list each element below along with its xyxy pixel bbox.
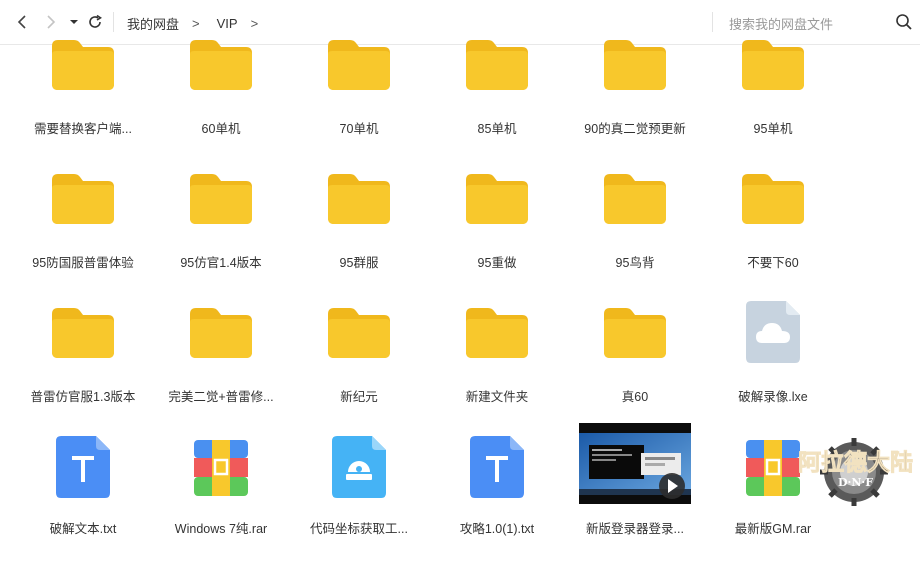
watermark-title: 阿拉德大陆: [798, 449, 913, 476]
archive-file-icon: [152, 440, 290, 496]
file-name: 真60: [621, 390, 649, 404]
folder-icon: [428, 40, 566, 90]
folder-icon: [566, 174, 704, 224]
file-name: 破解文本.txt: [49, 522, 117, 536]
folder-icon: [566, 308, 704, 358]
file-name: 新纪元: [340, 390, 378, 404]
file-item[interactable]: 70单机: [290, 40, 428, 174]
file-name: 95仿官1.4版本: [180, 256, 262, 270]
watermark-sub: D·N·F: [838, 476, 873, 489]
file-item[interactable]: 新建文件夹: [428, 308, 566, 442]
file-item[interactable]: 破解录像.lxe: [704, 301, 842, 442]
file-item[interactable]: 95鸟背: [566, 174, 704, 308]
file-name: 60单机: [201, 122, 241, 136]
file-item[interactable]: 不要下60: [704, 174, 842, 308]
folder-icon: [290, 174, 428, 224]
file-item[interactable]: 95群服: [290, 174, 428, 308]
file-item[interactable]: 85单机: [428, 40, 566, 174]
file-name: 需要替换客户端...: [34, 122, 132, 136]
video-thumbnail[interactable]: [579, 423, 691, 504]
text-file-icon: [14, 436, 152, 498]
file-grid: 需要替换客户端... 60单机 70单机 85单机 90的真二觉预更新 95单机 95防国服…: [0, 0, 920, 536]
folder-icon: [290, 40, 428, 90]
folder-icon: [14, 308, 152, 358]
file-name: 最新版GM.rar: [734, 522, 812, 536]
file-item[interactable]: 95防国服普雷体验: [14, 174, 152, 308]
folder-icon: [704, 40, 842, 90]
folder-icon: [428, 308, 566, 358]
file-name: 95重做: [477, 256, 517, 270]
file-item[interactable]: 60单机: [152, 40, 290, 174]
file-item[interactable]: 新纪元: [290, 308, 428, 442]
text-file-icon: [428, 436, 566, 498]
file-name: 85单机: [477, 122, 517, 136]
folder-icon: [14, 174, 152, 224]
file-name: 普雷仿官服1.3版本: [30, 390, 136, 404]
file-name: 90的真二觉预更新: [584, 122, 686, 136]
folder-icon: [14, 40, 152, 90]
cloud-file-icon: [704, 301, 842, 363]
folder-icon: [152, 308, 290, 358]
watermark-logo: 阿拉德大陆 D·N·F: [796, 430, 916, 510]
folder-icon: [152, 174, 290, 224]
folder-icon: [704, 174, 842, 224]
folder-icon: [428, 174, 566, 224]
file-item[interactable]: 攻略1.0(1).txt: [428, 432, 566, 566]
file-name: 95群服: [339, 256, 379, 270]
file-item[interactable]: 90的真二觉预更新: [566, 40, 704, 174]
file-item[interactable]: 真60: [566, 308, 704, 442]
folder-icon: [566, 40, 704, 90]
file-name: Windows 7纯.rar: [174, 522, 268, 536]
file-name: 不要下60: [747, 256, 799, 270]
file-item[interactable]: 普雷仿官服1.3版本: [14, 308, 152, 442]
file-name: 攻略1.0(1).txt: [459, 522, 535, 536]
folder-icon: [152, 40, 290, 90]
file-name: 代码坐标获取工...: [310, 522, 408, 536]
file-name: 70单机: [339, 122, 379, 136]
file-item[interactable]: 需要替换客户端...: [14, 40, 152, 174]
file-item[interactable]: 95重做: [428, 174, 566, 308]
file-name: 95防国服普雷体验: [32, 256, 134, 270]
file-item[interactable]: 95单机: [704, 40, 842, 174]
folder-icon: [290, 308, 428, 358]
file-name: 95单机: [753, 122, 793, 136]
file-name: 破解录像.lxe: [738, 390, 808, 404]
file-name: 新建文件夹: [465, 390, 529, 404]
file-name: 新版登录器登录...: [586, 522, 684, 536]
file-item[interactable]: 95仿官1.4版本: [152, 174, 290, 308]
file-item[interactable]: 代码坐标获取工...: [290, 432, 428, 566]
file-item[interactable]: Windows 7纯.rar: [152, 432, 290, 566]
file-name: 95鸟背: [615, 256, 655, 270]
file-name: 完美二觉+普雷修...: [168, 390, 274, 404]
file-item[interactable]: 破解文本.txt: [14, 432, 152, 566]
file-item[interactable]: 完美二觉+普雷修...: [152, 308, 290, 442]
tool-file-icon: [290, 436, 428, 498]
